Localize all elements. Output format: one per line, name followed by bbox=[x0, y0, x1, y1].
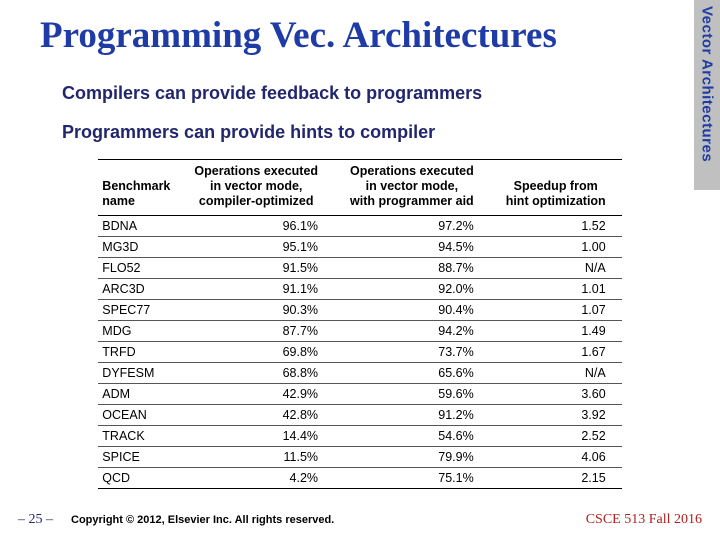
cell-opt: 11.5% bbox=[178, 447, 334, 468]
cell-name: OCEAN bbox=[98, 405, 178, 426]
body-line-1: Compilers can provide feedback to progra… bbox=[0, 79, 720, 118]
cell-opt: 42.9% bbox=[178, 384, 334, 405]
cell-opt: 68.8% bbox=[178, 363, 334, 384]
table-row: OCEAN42.8%91.2%3.92 bbox=[98, 405, 621, 426]
cell-speedup: 2.52 bbox=[490, 426, 622, 447]
cell-name: SPICE bbox=[98, 447, 178, 468]
col-header-opt: Operations executedin vector mode,compil… bbox=[178, 160, 334, 216]
cell-aid: 92.0% bbox=[334, 279, 490, 300]
cell-name: SPEC77 bbox=[98, 300, 178, 321]
cell-speedup: N/A bbox=[490, 258, 622, 279]
table-row: SPICE11.5%79.9%4.06 bbox=[98, 447, 621, 468]
cell-aid: 54.6% bbox=[334, 426, 490, 447]
footer: – 25 – Copyright © 2012, Elsevier Inc. A… bbox=[0, 512, 720, 528]
col-header-speedup: Speedup fromhint optimization bbox=[490, 160, 622, 216]
side-tab-label: Vector Architectures bbox=[699, 0, 716, 162]
cell-name: ADM bbox=[98, 384, 178, 405]
table-row: TRACK14.4%54.6%2.52 bbox=[98, 426, 621, 447]
cell-speedup: 1.00 bbox=[490, 237, 622, 258]
table-row: MDG87.7%94.2%1.49 bbox=[98, 321, 621, 342]
table-row: SPEC7790.3%90.4%1.07 bbox=[98, 300, 621, 321]
cell-name: MDG bbox=[98, 321, 178, 342]
cell-aid: 97.2% bbox=[334, 216, 490, 237]
cell-name: FLO52 bbox=[98, 258, 178, 279]
cell-aid: 79.9% bbox=[334, 447, 490, 468]
cell-aid: 90.4% bbox=[334, 300, 490, 321]
cell-opt: 95.1% bbox=[178, 237, 334, 258]
cell-opt: 90.3% bbox=[178, 300, 334, 321]
cell-aid: 75.1% bbox=[334, 468, 490, 489]
cell-speedup: 3.60 bbox=[490, 384, 622, 405]
cell-opt: 91.5% bbox=[178, 258, 334, 279]
cell-name: BDNA bbox=[98, 216, 178, 237]
col-header-aid: Operations executedin vector mode,with p… bbox=[334, 160, 490, 216]
cell-aid: 65.6% bbox=[334, 363, 490, 384]
cell-name: DYFESM bbox=[98, 363, 178, 384]
cell-speedup: 1.07 bbox=[490, 300, 622, 321]
cell-name: ARC3D bbox=[98, 279, 178, 300]
cell-speedup: 1.52 bbox=[490, 216, 622, 237]
col-header-name: Benchmarkname bbox=[98, 160, 178, 216]
cell-opt: 69.8% bbox=[178, 342, 334, 363]
cell-aid: 94.5% bbox=[334, 237, 490, 258]
cell-opt: 14.4% bbox=[178, 426, 334, 447]
cell-opt: 42.8% bbox=[178, 405, 334, 426]
cell-aid: 73.7% bbox=[334, 342, 490, 363]
cell-opt: 87.7% bbox=[178, 321, 334, 342]
cell-name: MG3D bbox=[98, 237, 178, 258]
cell-aid: 59.6% bbox=[334, 384, 490, 405]
table-row: FLO5291.5%88.7%N/A bbox=[98, 258, 621, 279]
cell-name: TRACK bbox=[98, 426, 178, 447]
cell-speedup: 3.92 bbox=[490, 405, 622, 426]
cell-speedup: 1.01 bbox=[490, 279, 622, 300]
cell-speedup: 1.67 bbox=[490, 342, 622, 363]
cell-speedup: N/A bbox=[490, 363, 622, 384]
cell-speedup: 2.15 bbox=[490, 468, 622, 489]
body-line-2: Programmers can provide hints to compile… bbox=[0, 118, 720, 157]
table-row: DYFESM68.8%65.6%N/A bbox=[98, 363, 621, 384]
cell-name: QCD bbox=[98, 468, 178, 489]
page-number: – 25 – bbox=[18, 512, 53, 528]
table-row: TRFD69.8%73.7%1.67 bbox=[98, 342, 621, 363]
cell-opt: 91.1% bbox=[178, 279, 334, 300]
table-row: ADM42.9%59.6%3.60 bbox=[98, 384, 621, 405]
slide-title: Programming Vec. Architectures bbox=[0, 0, 720, 79]
cell-opt: 4.2% bbox=[178, 468, 334, 489]
cell-aid: 94.2% bbox=[334, 321, 490, 342]
side-tab: Vector Architectures bbox=[694, 0, 720, 190]
table-row: QCD4.2%75.1%2.15 bbox=[98, 468, 621, 489]
cell-aid: 91.2% bbox=[334, 405, 490, 426]
benchmark-table: Benchmarkname Operations executedin vect… bbox=[98, 159, 621, 489]
copyright: Copyright © 2012, Elsevier Inc. All righ… bbox=[71, 514, 334, 526]
course-label: CSCE 513 Fall 2016 bbox=[586, 512, 702, 528]
table-row: ARC3D91.1%92.0%1.01 bbox=[98, 279, 621, 300]
cell-name: TRFD bbox=[98, 342, 178, 363]
cell-aid: 88.7% bbox=[334, 258, 490, 279]
cell-opt: 96.1% bbox=[178, 216, 334, 237]
table-row: BDNA96.1%97.2%1.52 bbox=[98, 216, 621, 237]
cell-speedup: 1.49 bbox=[490, 321, 622, 342]
cell-speedup: 4.06 bbox=[490, 447, 622, 468]
table-row: MG3D95.1%94.5%1.00 bbox=[98, 237, 621, 258]
